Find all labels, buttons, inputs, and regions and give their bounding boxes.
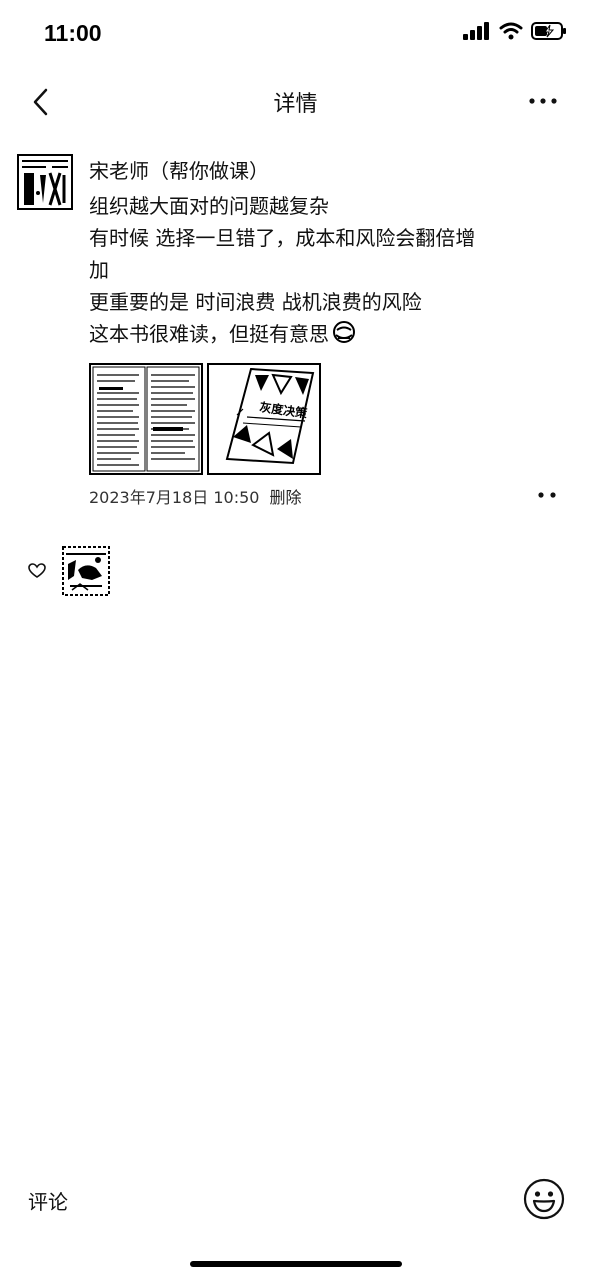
awkward-smile-emoji-icon xyxy=(331,319,357,352)
wifi-icon xyxy=(499,22,523,40)
comment-like-menu-button[interactable] xyxy=(531,484,563,506)
likes-row xyxy=(28,546,110,596)
post-text: 组织越大面对的问题越复杂 有时候 选择一旦错了，成本和风险会翻倍增 加 更重要的… xyxy=(89,190,571,352)
ellipsis-icon xyxy=(529,98,557,104)
status-icons xyxy=(463,22,567,40)
post-line: 更重要的是 时间浪费 战机浪费的风险 xyxy=(89,290,422,314)
page-title: 详情 xyxy=(273,92,318,117)
status-time: 11:00 xyxy=(44,20,102,46)
post-line: 组织越大面对的问题越复杂 xyxy=(89,194,329,218)
battery-charging-icon xyxy=(531,22,566,40)
nav-bar: 详情 xyxy=(0,72,591,130)
liker-avatar[interactable] xyxy=(62,546,110,596)
cellular-signal-icon xyxy=(463,22,489,40)
double-dot-icon xyxy=(538,492,556,498)
post-meta: 2023年7月18日 10:50 删除 xyxy=(89,484,301,508)
post-line: 加 xyxy=(89,258,109,282)
photo-book-pages[interactable] xyxy=(89,363,203,475)
post-line-with-emoji: 这本书很难读，但挺有意思 xyxy=(89,318,571,352)
emoji-button[interactable] xyxy=(523,1178,565,1220)
author-avatar[interactable] xyxy=(16,153,74,211)
delete-link[interactable]: 删除 xyxy=(269,488,301,507)
photo-book-cover[interactable]: 灰度决策 xyxy=(207,363,321,475)
more-options-button[interactable] xyxy=(525,86,561,116)
status-bar: 11:00 xyxy=(0,0,591,72)
smiley-face-icon xyxy=(523,1178,565,1220)
author-name[interactable]: 宋老师（帮你做课） xyxy=(89,155,269,184)
heart-icon xyxy=(28,563,46,578)
comment-input[interactable]: 评论 xyxy=(28,1186,68,1215)
photo-grid: 灰度决策 xyxy=(89,363,321,475)
post-timestamp: 2023年7月18日 10:50 xyxy=(89,488,260,507)
home-indicator xyxy=(190,1261,402,1267)
post-line: 有时候 选择一旦错了，成本和风险会翻倍增 xyxy=(89,226,476,250)
post-line: 这本书很难读，但挺有意思 xyxy=(89,322,329,346)
